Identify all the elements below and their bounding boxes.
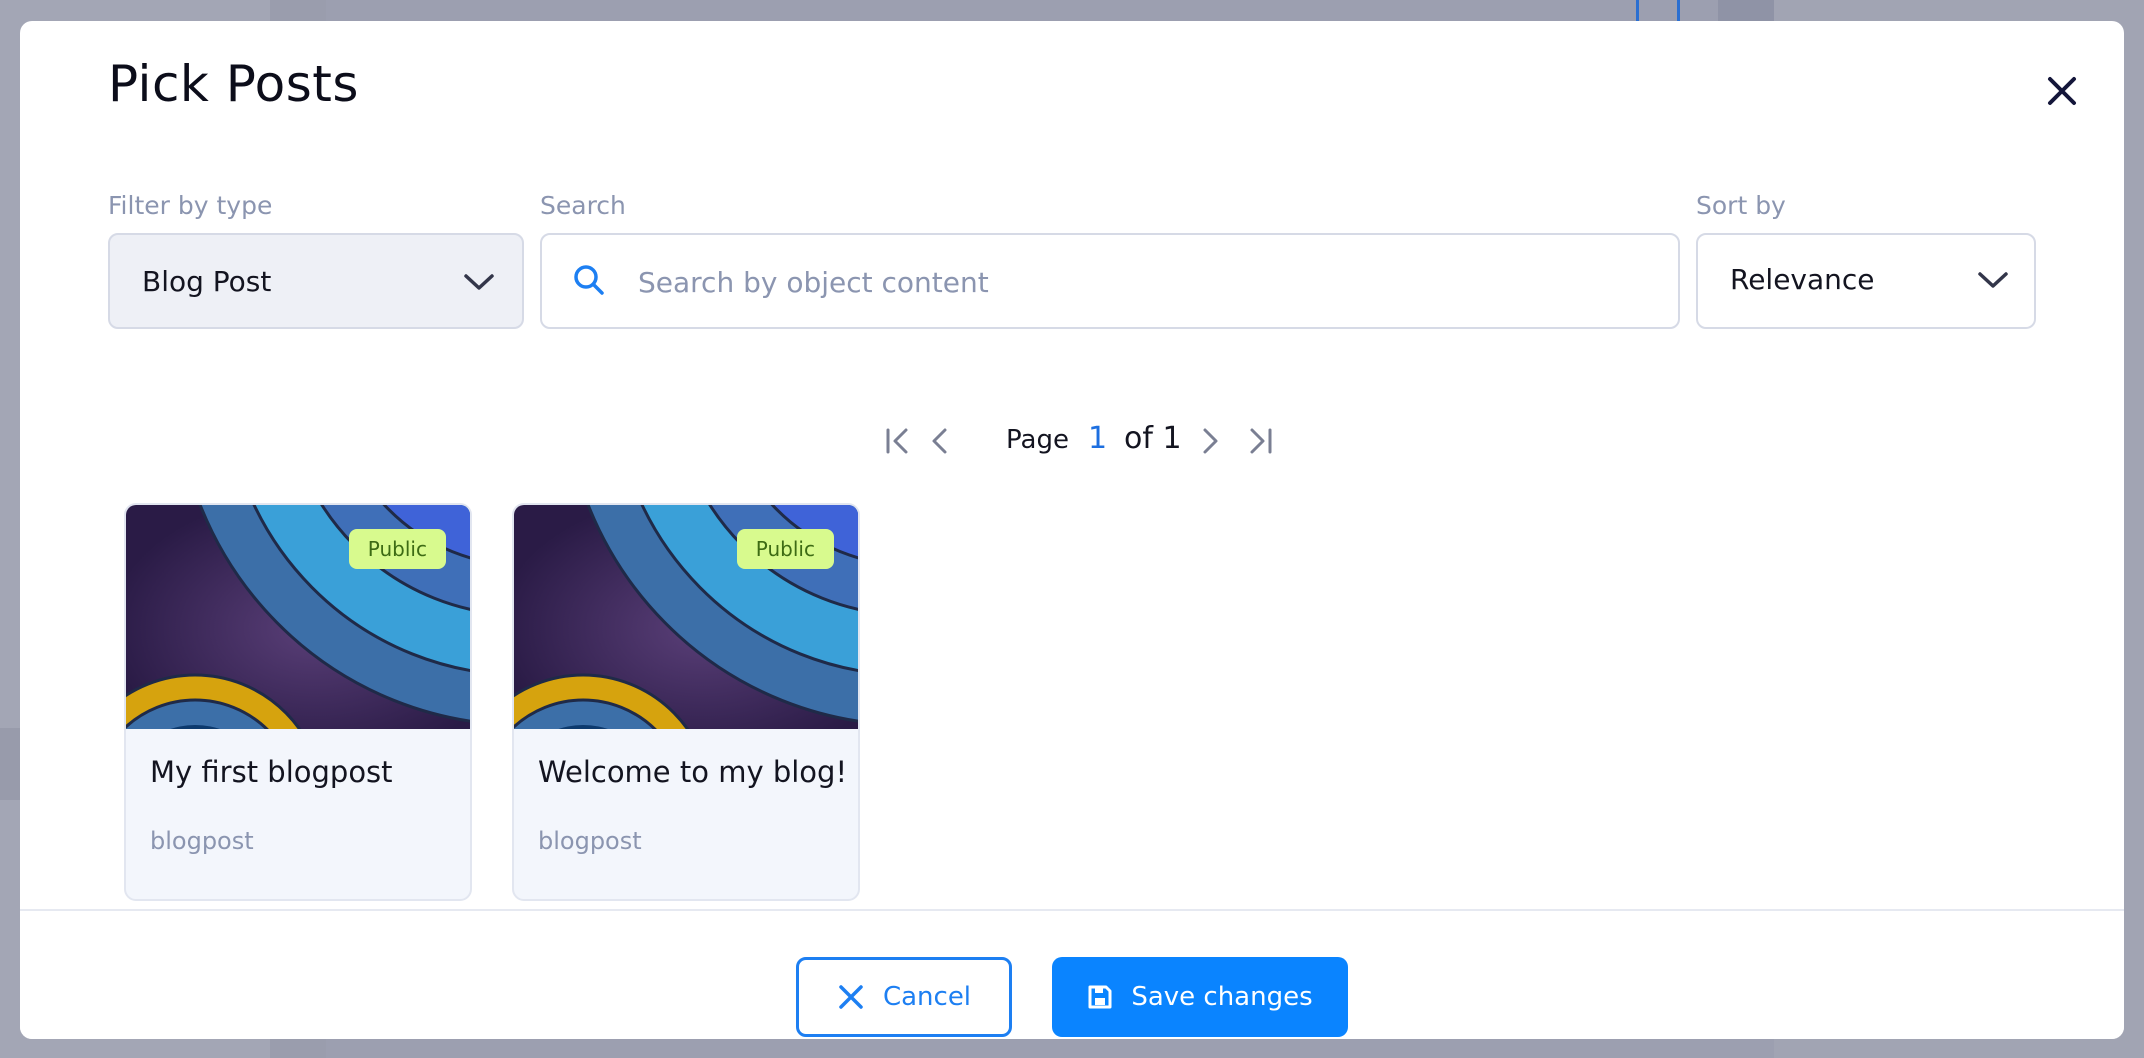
chevron-down-icon (1978, 272, 2008, 288)
filter-type-label: Filter by type (108, 191, 273, 220)
post-type: blogpost (150, 827, 254, 855)
chevron-right-icon[interactable] (1194, 425, 1226, 457)
sort-value: Relevance (1730, 263, 1875, 296)
modal-title: Pick Posts (108, 55, 359, 113)
post-card[interactable]: Public Welcome to my blog! blogpost (512, 503, 860, 901)
x-icon (839, 985, 863, 1009)
search-box (540, 233, 1680, 329)
search-label: Search (540, 191, 626, 220)
cancel-button[interactable]: Cancel (796, 957, 1012, 1037)
search-icon (574, 265, 604, 295)
chevron-down-icon (464, 274, 494, 290)
modal-footer: Cancel Save changes (20, 909, 2124, 1039)
save-changes-button[interactable]: Save changes (1052, 957, 1348, 1037)
post-type: blogpost (538, 827, 642, 855)
first-page-icon[interactable] (882, 425, 914, 457)
visibility-badge: Public (736, 529, 834, 569)
current-page: 1 (1088, 421, 1108, 456)
sort-select[interactable]: Relevance (1696, 233, 2036, 329)
page-total: of 1 (1124, 421, 1182, 456)
save-label: Save changes (1131, 982, 1313, 1012)
filter-type-select[interactable]: Blog Post (108, 233, 524, 329)
sort-label: Sort by (1696, 191, 1786, 220)
close-icon (2048, 77, 2076, 105)
cancel-label: Cancel (882, 982, 972, 1012)
pick-posts-modal: Pick Posts Filter by type Blog Post Sear… (20, 21, 2124, 1039)
post-title: Welcome to my blog! (538, 755, 848, 789)
visibility-badge: Public (348, 529, 446, 569)
save-icon (1088, 985, 1112, 1009)
last-page-icon[interactable] (1244, 425, 1276, 457)
search-input[interactable] (638, 255, 1638, 309)
chevron-left-icon[interactable] (924, 425, 956, 457)
post-card[interactable]: Public My first blogpost blogpost (124, 503, 472, 901)
close-button[interactable] (2040, 69, 2084, 113)
page-label: Page (1006, 425, 1069, 455)
post-title: My first blogpost (150, 755, 393, 789)
filter-type-value: Blog Post (142, 265, 272, 298)
